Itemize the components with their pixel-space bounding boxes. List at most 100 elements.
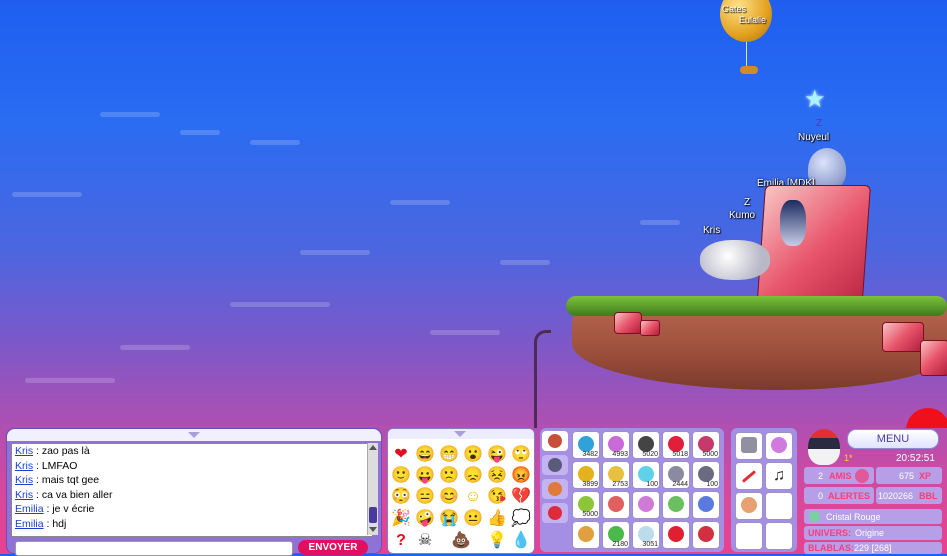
item-count: 5020 xyxy=(642,451,658,458)
player-name[interactable]: Kumo xyxy=(729,210,755,221)
inventory-slot[interactable]: 100 xyxy=(692,461,720,489)
inventory-slot[interactable] xyxy=(662,491,690,519)
angry-emote-icon[interactable]: 😡 xyxy=(511,466,531,486)
penguin-avatar-icon[interactable] xyxy=(808,429,840,465)
kiss-emote-icon[interactable]: 😘 xyxy=(487,487,507,507)
heart-emote-icon[interactable]: ❤ xyxy=(391,445,411,465)
face-slot[interactable] xyxy=(735,492,763,520)
poop-emote-icon[interactable]: 💩 xyxy=(451,531,471,551)
inventory-slot[interactable]: 3899 xyxy=(572,461,600,489)
inventory-slot[interactable]: 5000 xyxy=(572,491,600,519)
eye-roll-emote-icon[interactable]: 🙄 xyxy=(511,445,531,465)
chat-collapse-bar[interactable] xyxy=(7,429,381,441)
chat-nick[interactable]: Kris xyxy=(15,489,33,501)
chevron-down-icon[interactable] xyxy=(188,432,200,438)
inventory-slot[interactable]: 3482 xyxy=(572,431,600,459)
player-name[interactable]: Kris xyxy=(703,225,720,236)
hud: Kris : zao pas là Kris : LMFAO Kris : ma… xyxy=(0,425,947,556)
grin-emote-icon[interactable]: 😁 xyxy=(439,445,459,465)
empty-slot[interactable] xyxy=(765,492,793,520)
cat-avatar[interactable] xyxy=(700,240,770,280)
chat-nick[interactable]: Kris xyxy=(15,445,33,457)
inventory-slot[interactable] xyxy=(692,521,720,549)
witch-avatar[interactable] xyxy=(780,200,806,246)
empty-slot[interactable] xyxy=(765,522,793,550)
camera-slot[interactable] xyxy=(735,432,763,460)
inventory-slot[interactable] xyxy=(662,521,690,549)
bored-emote-icon[interactable]: 😑 xyxy=(415,487,435,507)
inventory-tab-gifts[interactable] xyxy=(542,503,568,523)
smile-emote-icon[interactable]: 🙂 xyxy=(391,466,411,486)
scroll-up-icon[interactable] xyxy=(369,445,377,450)
empty-slot[interactable] xyxy=(735,522,763,550)
wink-emote-icon[interactable]: 😜 xyxy=(487,445,507,465)
inventory-slot[interactable]: 3051 xyxy=(632,521,660,549)
cry-emote-icon[interactable]: 😭 xyxy=(439,509,459,529)
clock: 20:52:51 xyxy=(896,453,935,464)
annoyed-emote-icon[interactable]: 😣 xyxy=(487,466,507,486)
inventory-slot[interactable] xyxy=(602,491,630,519)
music-note-icon: ♫ xyxy=(773,467,785,484)
inventory-slot[interactable] xyxy=(692,491,720,519)
inventory-slot[interactable] xyxy=(632,491,660,519)
chat-nick[interactable]: Emilia xyxy=(15,518,44,530)
party-emote-icon[interactable]: 🎉 xyxy=(391,509,411,529)
chevron-down-icon[interactable] xyxy=(454,431,466,437)
chat-nick[interactable]: Emilia xyxy=(15,503,44,515)
tongue-emote-icon[interactable]: 😛 xyxy=(415,466,435,486)
inventory-slot[interactable]: 2753 xyxy=(602,461,630,489)
xp-label: XP xyxy=(919,471,932,481)
inventory-slot[interactable]: 2180 xyxy=(602,521,630,549)
menu-button[interactable]: MENU xyxy=(847,429,939,449)
cloud xyxy=(390,200,450,205)
neutral-emote-icon[interactable]: 😐 xyxy=(463,509,483,529)
inventory-slot[interactable]: 100 xyxy=(632,461,660,489)
laugh-emote-icon[interactable]: 😄 xyxy=(415,445,435,465)
inventory-tab-objects[interactable] xyxy=(542,431,568,451)
surprised-emote-icon[interactable]: 😮 xyxy=(463,445,483,465)
inventory-slot[interactable]: 5018 xyxy=(662,431,690,459)
broken-heart-emote-icon[interactable]: 💔 xyxy=(511,487,531,507)
player-name[interactable]: Nuyeul xyxy=(798,132,829,143)
item-count: 4993 xyxy=(612,451,628,458)
thumbs-up-emote-icon[interactable]: 👍 xyxy=(487,509,507,529)
inventory-slot[interactable]: 2444 xyxy=(662,461,690,489)
emote-collapse-bar[interactable] xyxy=(388,429,534,439)
inventory-slot[interactable]: 5020 xyxy=(632,431,660,459)
frown-emote-icon[interactable]: 😞 xyxy=(463,466,483,486)
send-button[interactable]: ENVOYER xyxy=(298,540,368,555)
blush-emote-icon[interactable]: 😳 xyxy=(391,487,411,507)
crazy-emote-icon[interactable]: 🤪 xyxy=(415,509,435,529)
question-emote-icon[interactable]: ? xyxy=(391,531,411,551)
inventory-panel: 3482 4993 5020 5018 5000 3899 2753 100 2444 100 50… xyxy=(540,428,724,552)
chat-nick[interactable]: Kris xyxy=(15,474,33,486)
idea-emote-icon[interactable]: 💡 xyxy=(487,531,507,551)
skull-emote-icon[interactable]: ☠ xyxy=(415,531,435,551)
chat-log[interactable]: Kris : zao pas là Kris : LMFAO Kris : ma… xyxy=(11,443,373,537)
item-count: 3899 xyxy=(582,481,598,488)
inventory-slot[interactable]: 5000 xyxy=(692,431,720,459)
game-scene[interactable]: Gates Eulalie ★ Z Nuyeul Emilia [MDK] Z … xyxy=(0,0,947,428)
inventory-slot[interactable]: 4993 xyxy=(602,431,630,459)
happy-emote-icon[interactable]: 😊 xyxy=(439,487,459,507)
wand-slot[interactable] xyxy=(735,462,763,490)
chat-scrollbar[interactable] xyxy=(367,443,378,535)
music-slot[interactable]: ♫ xyxy=(765,462,793,490)
drop-emote-icon[interactable]: 💧 xyxy=(511,531,531,551)
item-sprite[interactable] xyxy=(740,66,758,74)
star-avatar[interactable]: ★ xyxy=(804,88,828,112)
bow-slot[interactable] xyxy=(765,432,793,460)
inventory-slot[interactable] xyxy=(572,521,600,549)
item-icon xyxy=(698,466,714,482)
scroll-down-icon[interactable] xyxy=(369,527,377,532)
chat-nick[interactable]: Kris xyxy=(15,460,33,472)
inventory-tab-food[interactable] xyxy=(542,479,568,499)
content-emote-icon[interactable]: ☺ xyxy=(463,487,483,507)
scroll-thumb[interactable] xyxy=(369,507,377,523)
item-count: 5000 xyxy=(582,511,598,518)
item-icon xyxy=(668,436,684,452)
universe-label: UNIVERS: xyxy=(808,528,852,538)
inventory-tab-accessories[interactable] xyxy=(542,455,568,475)
thought-emote-icon[interactable]: 💭 xyxy=(511,509,531,529)
sad-emote-icon[interactable]: 🙁 xyxy=(439,466,459,486)
